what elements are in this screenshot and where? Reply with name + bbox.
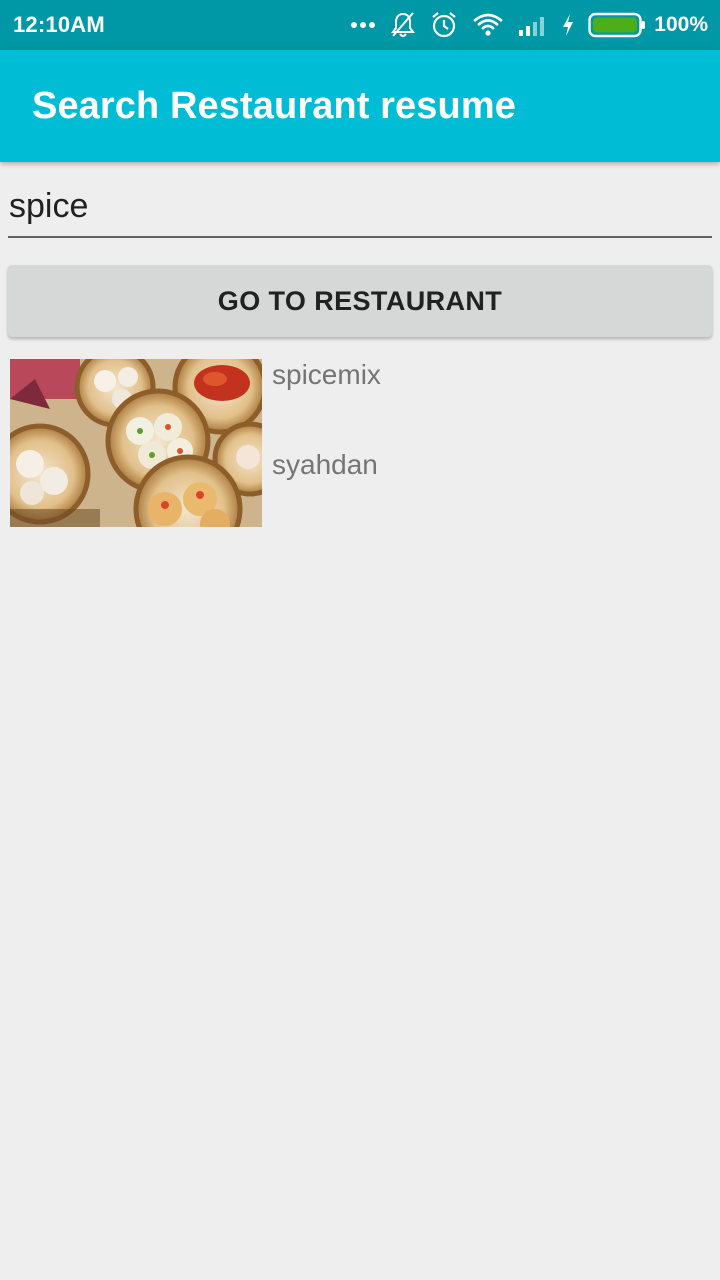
battery-icon xyxy=(588,12,646,38)
signal-icon xyxy=(518,14,548,36)
list-item[interactable]: spicemix syahdan xyxy=(10,359,710,527)
more-dots-icon xyxy=(350,21,376,29)
wifi-icon xyxy=(472,13,504,37)
bell-off-icon xyxy=(390,11,416,39)
status-icons: 100% xyxy=(350,11,708,39)
search-input[interactable] xyxy=(8,178,712,234)
search-field-container xyxy=(8,178,712,238)
alarm-icon xyxy=(430,11,458,39)
go-to-restaurant-button[interactable]: GO TO RESTAURANT xyxy=(8,265,712,337)
dim-sum-photo xyxy=(10,359,262,527)
charging-bolt-icon xyxy=(562,14,574,36)
status-bar: 12:10AM 100% xyxy=(0,0,720,50)
page-title: Search Restaurant resume xyxy=(32,84,516,127)
restaurant-name: spicemix xyxy=(272,359,381,390)
status-time: 12:10AM xyxy=(13,12,105,37)
battery-percent: 100% xyxy=(654,13,708,36)
restaurant-owner: syahdan xyxy=(272,449,378,480)
app-bar: Search Restaurant resume xyxy=(0,50,720,162)
